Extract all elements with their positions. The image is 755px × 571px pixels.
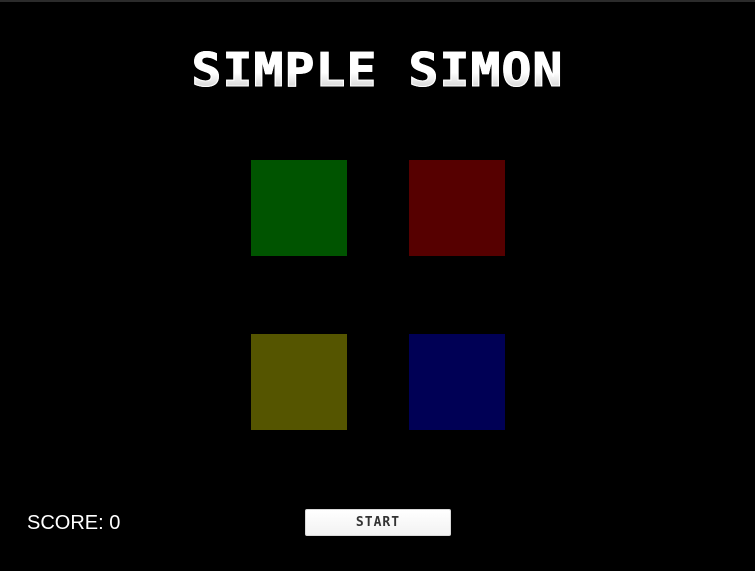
game-title: SIMPLE SIMON — [0, 44, 755, 97]
green-pad[interactable] — [251, 160, 347, 256]
red-pad[interactable] — [409, 160, 505, 256]
score-value: 0 — [109, 512, 121, 534]
yellow-pad[interactable] — [251, 334, 347, 430]
score-label: SCORE: — [27, 512, 110, 534]
score-display: SCORE: 0 — [27, 510, 120, 536]
start-button[interactable]: START — [305, 509, 451, 536]
blue-pad[interactable] — [409, 334, 505, 430]
window-top-edge — [0, 0, 755, 2]
